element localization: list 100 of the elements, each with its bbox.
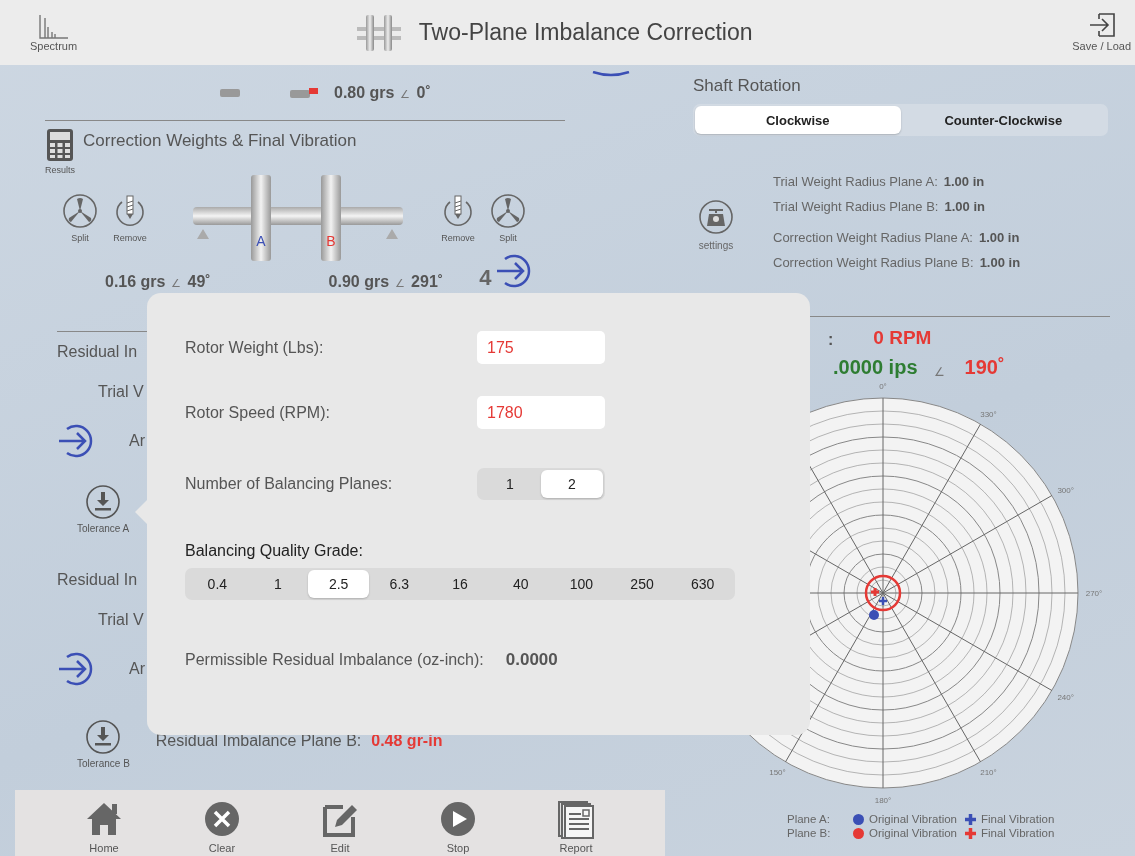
phase-reading: 190˚ bbox=[964, 356, 1005, 379]
rotation-option[interactable]: Clockwise bbox=[695, 106, 901, 134]
legend-plane-label: Plane B: bbox=[787, 827, 832, 839]
trial-label: Trial V bbox=[98, 382, 144, 402]
weight-value: 0.16 grs bbox=[105, 273, 166, 291]
segment-option[interactable]: 2.5 bbox=[308, 570, 369, 598]
field-label: Balancing Quality Grade: bbox=[185, 542, 364, 560]
radius-value: 1.00 in bbox=[979, 255, 1021, 272]
scale-icon bbox=[699, 200, 733, 234]
home-button[interactable]: Home bbox=[45, 790, 163, 856]
permissible-value: 0.0000 bbox=[505, 650, 558, 670]
segment-option[interactable]: 630 bbox=[672, 570, 734, 598]
legend-label: Final Vibration bbox=[981, 827, 1055, 839]
trial-label: Trial V bbox=[98, 610, 144, 630]
propeller-icon bbox=[491, 193, 525, 228]
section-heading: Residual In bbox=[57, 342, 138, 362]
angle-tick-label: 270° bbox=[1085, 589, 1103, 598]
download-icon bbox=[86, 485, 121, 519]
radius-label: Trial Weight Radius Plane B: bbox=[773, 199, 939, 216]
cross-icon bbox=[965, 813, 976, 825]
drill-bit-icon bbox=[113, 193, 147, 228]
radius-label: Trial Weight Radius Plane A: bbox=[773, 174, 938, 191]
drill-bit-icon bbox=[441, 193, 475, 228]
angle-symbol: ∠ bbox=[933, 365, 945, 379]
segment-option[interactable]: 1 bbox=[479, 469, 541, 498]
step-number: 4 bbox=[479, 265, 492, 291]
angle-symbol: ∠ bbox=[171, 277, 182, 290]
segment-option[interactable]: 1 bbox=[247, 570, 309, 598]
radius-label: Correction Weight Radius Plane B: bbox=[773, 255, 974, 272]
segment-option[interactable]: 0.4 bbox=[187, 570, 248, 598]
angle-tick-label: 240° bbox=[1057, 692, 1074, 702]
radius-value: 1.00 in bbox=[943, 174, 985, 191]
rotor-icon bbox=[356, 13, 401, 52]
radius-label: Correction Weight Radius Plane A: bbox=[773, 230, 973, 247]
angle-value: 0˚ bbox=[416, 83, 431, 102]
segment-option[interactable]: 6.3 bbox=[369, 570, 430, 598]
amplitude-reading: .0000 ips bbox=[833, 356, 918, 379]
window-title: Two-Plane Imbalance Correction bbox=[418, 19, 753, 46]
clear-button[interactable]: Clear bbox=[163, 790, 281, 856]
radius-value: 1.00 in bbox=[978, 230, 1020, 247]
cross-icon bbox=[965, 827, 976, 839]
section-title: Correction Weights & Final Vibration bbox=[83, 131, 357, 152]
segment-option[interactable]: 16 bbox=[429, 570, 491, 598]
speed-reading: 0 RPM bbox=[873, 327, 932, 349]
rotation-option[interactable]: Counter-Clockwise bbox=[900, 106, 1106, 134]
weight-value: 0.90 grs bbox=[328, 273, 390, 291]
legend-label: Original Vibration bbox=[869, 813, 957, 825]
radius-value: 1.00 in bbox=[944, 199, 985, 216]
report-button[interactable]: Report bbox=[517, 790, 635, 856]
input-field[interactable]: 1780 bbox=[477, 396, 605, 429]
tolerance-button[interactable]: Tolerance B bbox=[77, 720, 130, 769]
angle-value: 291˚ bbox=[411, 273, 444, 291]
close-icon bbox=[203, 801, 241, 839]
segment-option[interactable]: 250 bbox=[611, 570, 673, 598]
input-field[interactable]: 175 bbox=[477, 331, 605, 364]
split-button[interactable]: Split bbox=[483, 193, 533, 243]
angle-tick-label: 180° bbox=[874, 796, 892, 805]
weight-icon bbox=[220, 88, 240, 97]
angle-tick-label: 330° bbox=[980, 409, 997, 419]
original-vibration-marker bbox=[869, 610, 879, 620]
download-icon bbox=[86, 720, 121, 754]
weight-value: 0.80 grs bbox=[334, 83, 395, 102]
split-button[interactable]: Split bbox=[55, 193, 105, 243]
angle-tick-label: 210° bbox=[980, 768, 997, 778]
marker-ring bbox=[864, 574, 902, 612]
arc-icon bbox=[590, 71, 631, 77]
legend-plane-label: Plane A: bbox=[787, 813, 831, 825]
legend-label: Original Vibration bbox=[869, 827, 957, 839]
angle-tick-label: 0° bbox=[879, 382, 887, 391]
arrow-into-box-icon bbox=[1088, 13, 1115, 37]
angle-tick-label: 150° bbox=[769, 768, 786, 778]
angle-tick-label: 300° bbox=[1057, 485, 1074, 495]
field-label: Permissible Residual Imbalance (oz-inch): bbox=[185, 651, 484, 669]
field-label: Number of Balancing Planes: bbox=[185, 474, 394, 493]
segment-option[interactable]: 100 bbox=[551, 570, 612, 598]
field-label: Rotor Speed (RPM): bbox=[185, 403, 331, 422]
remove-button[interactable]: Remove bbox=[105, 193, 155, 243]
documents-icon bbox=[557, 801, 595, 839]
plane-label: A bbox=[255, 233, 267, 249]
play-icon bbox=[439, 801, 477, 839]
tolerance-button[interactable]: Tolerance A bbox=[77, 485, 130, 534]
edit-button[interactable]: Edit bbox=[281, 790, 399, 856]
settings-button[interactable]: settings bbox=[693, 200, 739, 260]
results-button[interactable]: Results bbox=[45, 129, 75, 181]
angle-symbol: ∠ bbox=[395, 277, 406, 290]
spectrum-button[interactable]: Spectrum bbox=[30, 13, 78, 52]
apply-label: Ar bbox=[129, 660, 145, 678]
final-vibration-marker bbox=[869, 586, 881, 598]
spectrum-icon bbox=[37, 13, 70, 40]
angle-value: 49˚ bbox=[187, 273, 211, 291]
stop-button[interactable]: Stop bbox=[399, 790, 517, 856]
apply-label: Ar bbox=[129, 432, 145, 450]
save-load-button[interactable]: Save / Load bbox=[1072, 13, 1131, 52]
weight-icon bbox=[290, 87, 318, 98]
remove-button[interactable]: Remove bbox=[433, 193, 483, 243]
segment-option[interactable]: 40 bbox=[490, 570, 552, 598]
legend-label: Final Vibration bbox=[981, 813, 1055, 825]
segment-option[interactable]: 2 bbox=[541, 469, 603, 498]
field-label: Rotor Weight (Lbs): bbox=[185, 338, 325, 357]
section-title: Shaft Rotation bbox=[693, 76, 802, 97]
